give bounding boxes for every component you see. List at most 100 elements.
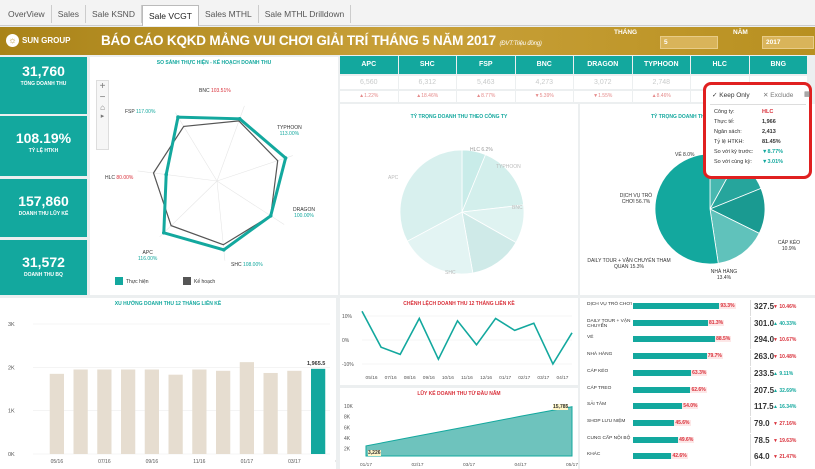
company-pie-chart <box>399 149 525 275</box>
tooltip-label: Thực tế: <box>714 119 735 125</box>
trend-bar[interactable] <box>192 369 207 455</box>
keep-only-button[interactable]: ✓ Keep Only <box>712 91 750 99</box>
cum-y-tick: 2K <box>344 447 351 453</box>
month-filter-label: THÁNG <box>614 29 638 36</box>
category-pct: 63.3% <box>691 369 708 376</box>
radar-label-shc: SHC 108.00% <box>231 262 263 268</box>
trend-bars <box>49 362 326 455</box>
company-col-bng[interactable]: BNG <box>749 56 807 74</box>
category-pct: 79.7% <box>706 353 723 360</box>
category-label: SHOP LƯU NIỆM <box>587 418 626 424</box>
trend-bar[interactable] <box>287 370 302 454</box>
exclude-button[interactable]: ✕ Exclude <box>763 91 793 99</box>
category-bar[interactable] <box>633 369 694 376</box>
category-pct: 42.6% <box>671 453 688 460</box>
cumulative-area <box>365 406 573 457</box>
company-col-bnc[interactable]: BNC <box>515 56 573 74</box>
category-change: ▼ 10.48% <box>773 354 797 361</box>
category-pct: 62.6% <box>690 386 707 393</box>
tab-overview[interactable]: OverView <box>2 5 52 23</box>
category-bar[interactable] <box>633 303 722 309</box>
pie-label-apc: APC <box>388 175 399 181</box>
trend-bar[interactable] <box>144 369 159 455</box>
tab-sale-vcgt[interactable]: Sale VCGT <box>141 5 199 26</box>
radar-label-typhoon: TYPHOON 113.00% <box>277 125 302 137</box>
category-label: DAILY TOUR + VẬN CHUYỂN <box>587 318 631 330</box>
trend-chart: 3K2K1K0K05/1607/1609/1611/1601/1703/1705… <box>8 322 336 465</box>
hlc-tooltip: ✓ Keep Only ✕ Exclude ▦ Công ty: HLC Thực … <box>703 82 812 179</box>
category-bar[interactable] <box>633 353 709 360</box>
month-filter[interactable]: 5 <box>660 36 718 49</box>
trend-bar[interactable] <box>263 372 278 454</box>
radar-label-hlc: HLC 80.00% <box>105 175 134 181</box>
category-bar[interactable] <box>633 436 681 443</box>
company-col-hlc[interactable]: HLC <box>691 56 749 74</box>
diff-x-tick: 07/16 <box>385 375 397 381</box>
company-col-dragon[interactable]: DRAGON <box>574 56 632 74</box>
diff-y-tick: -10% <box>342 362 354 368</box>
trend-bar[interactable] <box>216 370 231 454</box>
pie-label-typhoon: TYPHOON <box>496 164 521 170</box>
trend-y-tick: 0K <box>8 452 15 458</box>
company-col-shc[interactable]: SHC <box>398 56 456 74</box>
diff-line <box>361 310 573 366</box>
company-value: 3,072 <box>574 76 632 89</box>
kpi-total-revenue: 31,760 TỔNG DOANH THU <box>0 57 87 114</box>
category-label: CÁP KÉO <box>587 368 609 374</box>
category-bar[interactable] <box>633 403 685 410</box>
tab-sales[interactable]: Sales <box>52 5 86 23</box>
trend-bar[interactable] <box>239 362 254 454</box>
year-filter[interactable]: 2017 <box>762 36 814 49</box>
diff-y-tick: 0% <box>342 338 350 344</box>
trend-bar[interactable] <box>121 369 136 455</box>
category-divider <box>750 366 751 383</box>
company-change: ▼1.55% <box>574 91 632 102</box>
category-label: SẢI TÂM <box>587 402 607 408</box>
tooltip-value: ▼8.77% <box>762 149 784 155</box>
category-value: 117.5 <box>754 402 774 412</box>
company-col-fsp[interactable]: FSP <box>457 56 515 74</box>
trend-bar[interactable] <box>73 369 88 455</box>
category-change: ▲ 40.33% <box>773 320 797 327</box>
radar-grid <box>137 105 293 261</box>
unit-note: (ĐVT:Triệu đồng) <box>499 41 542 47</box>
tooltip-label: Ngân sách: <box>714 129 742 135</box>
cum-y-tick: 6K <box>344 425 351 431</box>
category-value: 327.5 <box>754 302 775 311</box>
category-bar[interactable] <box>633 319 710 326</box>
diff-x-tick: 08/16 <box>404 375 416 381</box>
category-change: ▼ 21.47% <box>773 454 797 461</box>
report-title: BÁO CÁO KQKD MẢNG VUI CHƠI GIẢI TRÍ THÁN… <box>101 33 542 48</box>
cum-y-tick: 8K <box>344 415 351 421</box>
diff-x-tick: 10/16 <box>442 375 454 381</box>
company-value: 6,312 <box>398 76 456 89</box>
category-bar[interactable] <box>633 453 674 460</box>
diff-x-tick: 05/16 <box>366 375 378 381</box>
trend-bar[interactable] <box>311 368 326 454</box>
trend-bar[interactable] <box>97 369 112 455</box>
radar-label-dragon: DRAGON 100.00% <box>293 207 315 219</box>
diff-y-tick: 10% <box>342 314 353 320</box>
legend-plan-swatch <box>183 277 191 285</box>
trend-bar[interactable] <box>168 374 183 454</box>
category-divider <box>750 433 751 450</box>
kpi-average-revenue: 31,572 DOANH THU BQ <box>0 240 87 295</box>
category-bar[interactable] <box>633 419 677 426</box>
tab-sale-ksnd[interactable]: Sale KSND <box>86 5 142 23</box>
tab-sales-mthl[interactable]: Sales MTHL <box>199 5 259 23</box>
category-divider <box>750 350 751 367</box>
category-bar[interactable] <box>633 386 693 393</box>
tooltip-label: So với cùng kỳ: <box>714 159 752 165</box>
diff-x-tick: 11/16 <box>461 375 473 381</box>
trend-bar[interactable] <box>49 373 64 454</box>
trend-x-tick: 11/16 <box>193 459 205 465</box>
tab-sale-mthl-drilldown[interactable]: Sale MTHL Drilldown <box>259 5 352 23</box>
category-change: ▼ 27.16% <box>773 420 797 427</box>
category-label: CUNG CẤP NỘI BỘ <box>587 435 631 441</box>
category-bar[interactable] <box>633 336 718 343</box>
company-col-typhoon[interactable]: TYPHOON <box>632 56 690 74</box>
category-change: ▼ 10.46% <box>773 304 797 310</box>
company-col-apc[interactable]: APC <box>340 56 398 74</box>
legend-plan-label: Kế hoạch <box>194 279 216 285</box>
view-data-icon[interactable]: ▦ <box>804 90 811 98</box>
